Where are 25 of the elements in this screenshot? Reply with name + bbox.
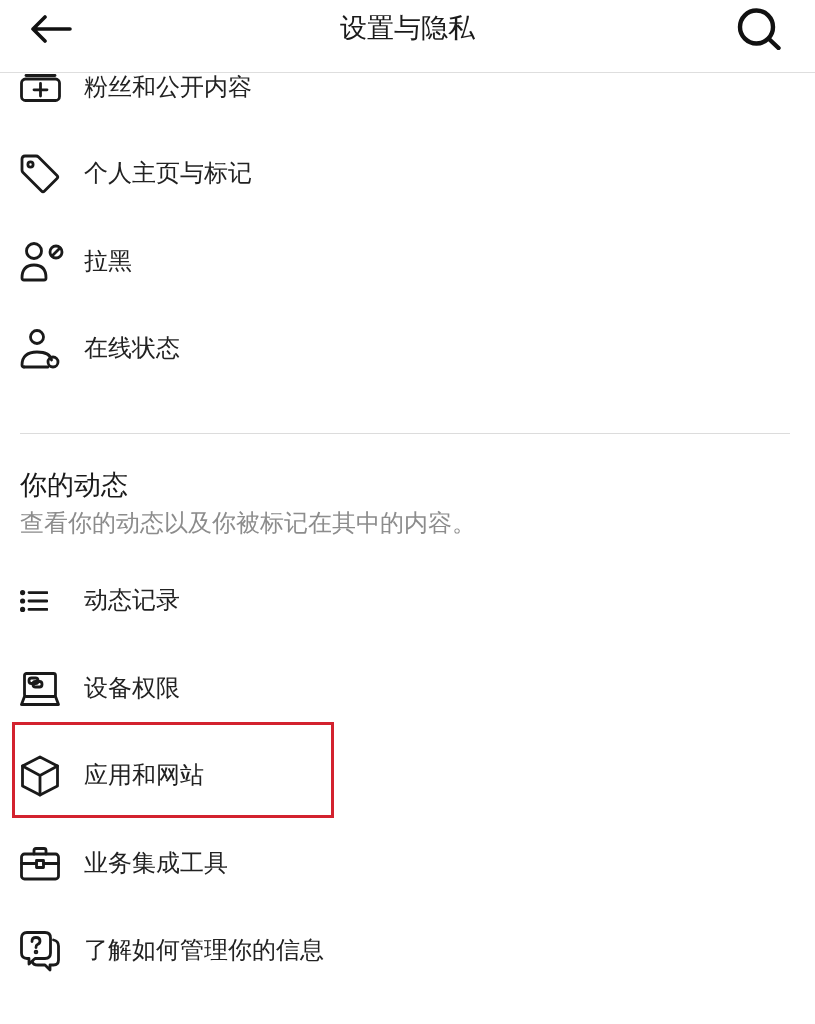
list-icon xyxy=(20,590,48,612)
laptop-icon xyxy=(20,671,60,706)
settings-item[interactable]: 了解如何管理你的信息 xyxy=(0,929,815,973)
settings-item[interactable]: 设备权限 xyxy=(0,666,815,711)
settings-item[interactable]: 粉丝和公开内容 xyxy=(0,73,815,103)
search-button[interactable] xyxy=(737,7,781,50)
back-arrow-icon xyxy=(30,14,72,43)
settings-item[interactable]: 动态记录 xyxy=(0,579,815,623)
section-heading: 你的动态 xyxy=(20,469,128,501)
tag-icon xyxy=(20,154,60,194)
page-title: 设置与隐私 xyxy=(340,15,475,42)
back-button[interactable] xyxy=(30,14,72,43)
plus-square-icon xyxy=(20,74,61,102)
settings-item[interactable]: 在线状态 xyxy=(0,327,815,371)
question-chat-icon xyxy=(20,930,60,972)
search-icon xyxy=(737,7,781,50)
settings-item[interactable]: 业务集成工具 xyxy=(0,841,815,886)
section-description: 查看你的动态以及你被标记在其中的内容。 xyxy=(20,509,476,538)
cube-icon xyxy=(20,755,60,797)
settings-item[interactable]: 应用和网站 xyxy=(0,754,815,798)
user-status-icon xyxy=(20,329,60,369)
settings-item[interactable]: 个人主页与标记 xyxy=(0,152,815,196)
settings-item[interactable]: 拉黑 xyxy=(0,240,815,284)
briefcase-icon xyxy=(20,846,60,881)
user-blocked-icon xyxy=(20,242,64,282)
